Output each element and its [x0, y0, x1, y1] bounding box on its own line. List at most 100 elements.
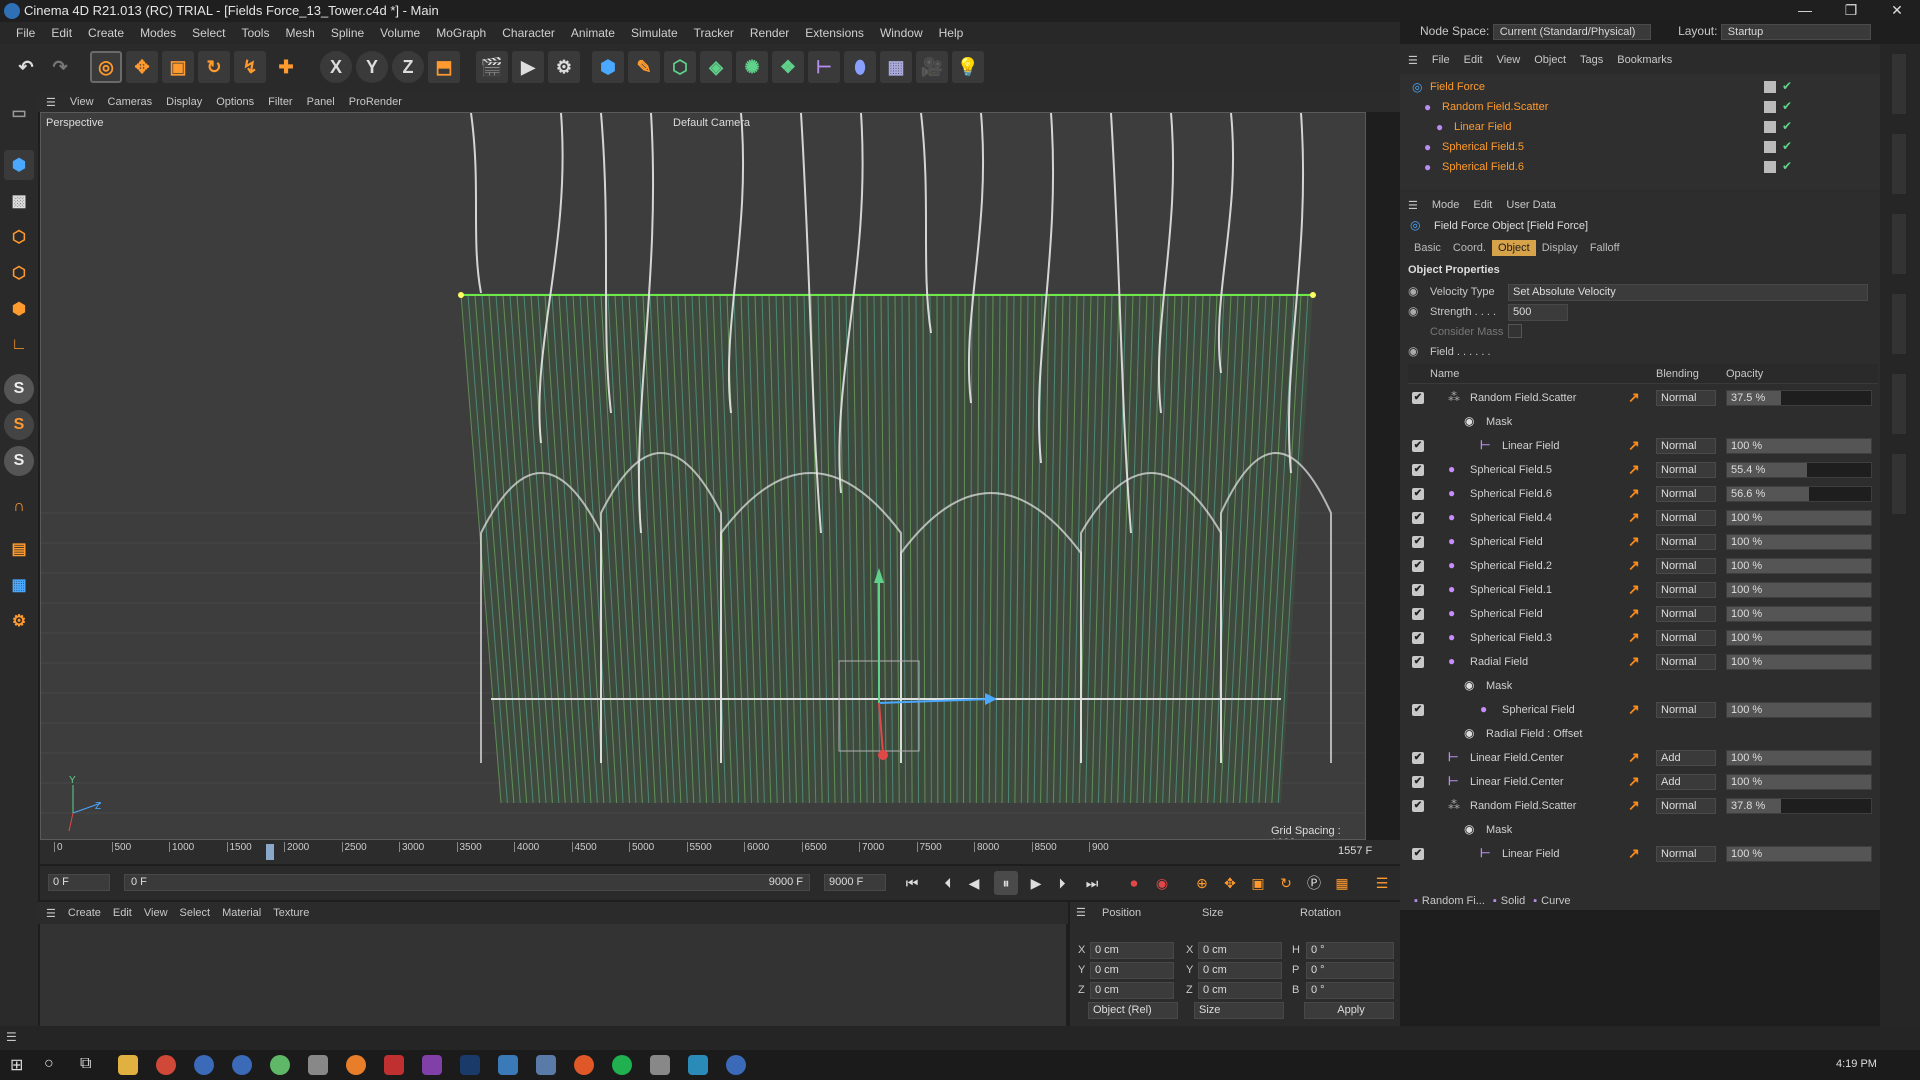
- material-menu-texture[interactable]: Texture: [273, 907, 309, 919]
- cinema4d-2-icon[interactable]: [232, 1055, 252, 1075]
- start-frame-field[interactable]: 0 F: [48, 874, 110, 891]
- maximize-button[interactable]: ❐: [1828, 0, 1874, 22]
- make-editable-icon[interactable]: ▭: [4, 98, 34, 128]
- field-row[interactable]: ✔ ● Spherical Field ↗ Normal 100 %: [1408, 698, 1878, 722]
- opacity-slider[interactable]: 100 %: [1726, 630, 1872, 646]
- material-menu-edit[interactable]: Edit: [113, 907, 132, 919]
- mail-icon[interactable]: [498, 1055, 518, 1075]
- object-menu-icon[interactable]: ☰: [1408, 54, 1418, 67]
- strength-radio-icon[interactable]: ◉: [1408, 304, 1418, 318]
- previous-key-icon[interactable]: ⏴: [936, 871, 960, 895]
- material-menu-icon[interactable]: ☰: [46, 907, 56, 920]
- opacity-slider[interactable]: 37.5 %: [1726, 390, 1872, 406]
- calc-icon[interactable]: [536, 1055, 556, 1075]
- menu-spline[interactable]: Spline: [331, 26, 364, 40]
- field-row[interactable]: ✔ ● Spherical Field ↗ Normal 100 %: [1408, 602, 1878, 626]
- menu-volume[interactable]: Volume: [380, 26, 420, 40]
- pen-icon[interactable]: ✎: [628, 51, 660, 83]
- menu-simulate[interactable]: Simulate: [631, 26, 678, 40]
- material-menu-material[interactable]: Material: [222, 907, 261, 919]
- blending-select[interactable]: Normal: [1656, 798, 1716, 814]
- menu-animate[interactable]: Animate: [571, 26, 615, 40]
- app-icon[interactable]: [650, 1055, 670, 1075]
- tab-falloff[interactable]: Falloff: [1584, 240, 1626, 256]
- coords-menu-icon[interactable]: ☰: [1076, 906, 1086, 919]
- field-row[interactable]: ✔ ● Spherical Field.3 ↗ Normal 100 %: [1408, 626, 1878, 650]
- undo-icon[interactable]: ↶: [10, 51, 42, 83]
- scale-icon[interactable]: ▣: [162, 51, 194, 83]
- material-menu-create[interactable]: Create: [68, 907, 101, 919]
- material-menu-select[interactable]: Select: [180, 907, 211, 919]
- solid-icon[interactable]: ▪: [1493, 895, 1497, 907]
- field-row[interactable]: ✔ ● Spherical Field.6 ↗ Normal 56.6 %: [1408, 482, 1878, 506]
- timeline-icon[interactable]: ☰: [1370, 871, 1394, 895]
- axis-mode-icon[interactable]: ∟: [4, 330, 34, 360]
- check-icon[interactable]: ✔: [1782, 139, 1792, 153]
- viewport-menu-cameras[interactable]: Cameras: [108, 96, 153, 108]
- field-enable-checkbox[interactable]: ✔: [1412, 488, 1424, 500]
- edges-mode-icon[interactable]: ⬡: [4, 258, 34, 288]
- field-row[interactable]: ✔ ⁂ Random Field.Scatter ↗ Normal 37.5 %: [1408, 386, 1878, 410]
- attribute-menu-edit[interactable]: Edit: [1473, 199, 1492, 211]
- blending-select[interactable]: Normal: [1656, 702, 1716, 718]
- opacity-slider[interactable]: 100 %: [1726, 510, 1872, 526]
- menu-extensions[interactable]: Extensions: [805, 26, 864, 40]
- previous-frame-icon[interactable]: ◀: [962, 871, 986, 895]
- object-menu-object[interactable]: Object: [1534, 54, 1566, 66]
- rotation-key-icon[interactable]: ↻: [1274, 871, 1298, 895]
- field-row[interactable]: ✔ ● Spherical Field.5 ↗ Normal 55.4 %: [1408, 458, 1878, 482]
- menu-mograph[interactable]: MoGraph: [436, 26, 486, 40]
- field-row[interactable]: ✔ ● Spherical Field ↗ Normal 100 %: [1408, 530, 1878, 554]
- menu-file[interactable]: File: [16, 26, 35, 40]
- file-explorer-icon[interactable]: [118, 1055, 138, 1075]
- grid-icon[interactable]: ▦: [4, 570, 34, 600]
- snap-settings-button[interactable]: S: [4, 410, 34, 440]
- timeline-ruler[interactable]: 0 500 1000 1500 2000 2500 3000 3500 4000 4500 5000…: [40, 840, 1400, 864]
- position-field[interactable]: 0 cm: [1090, 982, 1174, 999]
- opacity-slider[interactable]: 100 %: [1726, 702, 1872, 718]
- object-menu-file[interactable]: File: [1432, 54, 1450, 66]
- opacity-slider[interactable]: 100 %: [1726, 774, 1872, 790]
- field-row[interactable]: ✔ ⊢ Linear Field.Center ↗ Add 100 %: [1408, 770, 1878, 794]
- render-view-icon[interactable]: 🎬: [476, 51, 508, 83]
- blending-select[interactable]: Add: [1656, 750, 1716, 766]
- side-tab[interactable]: [1892, 134, 1906, 194]
- go-to-end-icon[interactable]: ⏭: [1080, 871, 1104, 895]
- playhead[interactable]: [266, 844, 274, 860]
- blending-select[interactable]: Normal: [1656, 846, 1716, 862]
- field-enable-checkbox[interactable]: ✔: [1412, 584, 1424, 596]
- opacity-slider[interactable]: 100 %: [1726, 534, 1872, 550]
- parameter-key-icon[interactable]: Ⓟ: [1302, 871, 1326, 895]
- field-enable-checkbox[interactable]: ✔: [1412, 752, 1424, 764]
- recent-tools-icon[interactable]: ↯: [234, 51, 266, 83]
- search-icon[interactable]: ○: [44, 1055, 54, 1073]
- texture-mode-icon[interactable]: ▩: [4, 186, 34, 216]
- media-icon[interactable]: [574, 1055, 594, 1075]
- blending-select[interactable]: Add: [1656, 774, 1716, 790]
- pause-icon[interactable]: ⏸: [994, 871, 1018, 895]
- object-row[interactable]: ● Spherical Field.5 ✔: [1400, 138, 1880, 158]
- menu-modes[interactable]: Modes: [140, 26, 176, 40]
- field-enable-checkbox[interactable]: ✔: [1412, 656, 1424, 668]
- field-row[interactable]: ✔ ● Radial Field ↗ Normal 100 %: [1408, 650, 1878, 674]
- cinema4d-3-icon[interactable]: [726, 1055, 746, 1075]
- snap-button[interactable]: S: [4, 374, 34, 404]
- menu-window[interactable]: Window: [880, 26, 923, 40]
- viewport-menu-filter[interactable]: Filter: [268, 96, 292, 108]
- field-row[interactable]: ◉ Mask: [1408, 410, 1878, 434]
- minimize-button[interactable]: —: [1782, 0, 1828, 22]
- task-view-icon[interactable]: ⧉: [80, 1055, 91, 1073]
- opacity-slider[interactable]: 100 %: [1726, 582, 1872, 598]
- move-icon[interactable]: ✥: [126, 51, 158, 83]
- visibility-toggle[interactable]: [1764, 121, 1776, 133]
- blending-select[interactable]: Normal: [1656, 438, 1716, 454]
- rotate-icon[interactable]: ↻: [198, 51, 230, 83]
- tab-display[interactable]: Display: [1536, 240, 1584, 256]
- viewport-menu-view[interactable]: View: [70, 96, 94, 108]
- menu-render[interactable]: Render: [750, 26, 789, 40]
- blending-select[interactable]: Normal: [1656, 582, 1716, 598]
- redo-icon[interactable]: ↷: [44, 51, 76, 83]
- velocity-radio-icon[interactable]: ◉: [1408, 284, 1418, 298]
- material-menu-view[interactable]: View: [144, 907, 168, 919]
- field-enable-checkbox[interactable]: ✔: [1412, 704, 1424, 716]
